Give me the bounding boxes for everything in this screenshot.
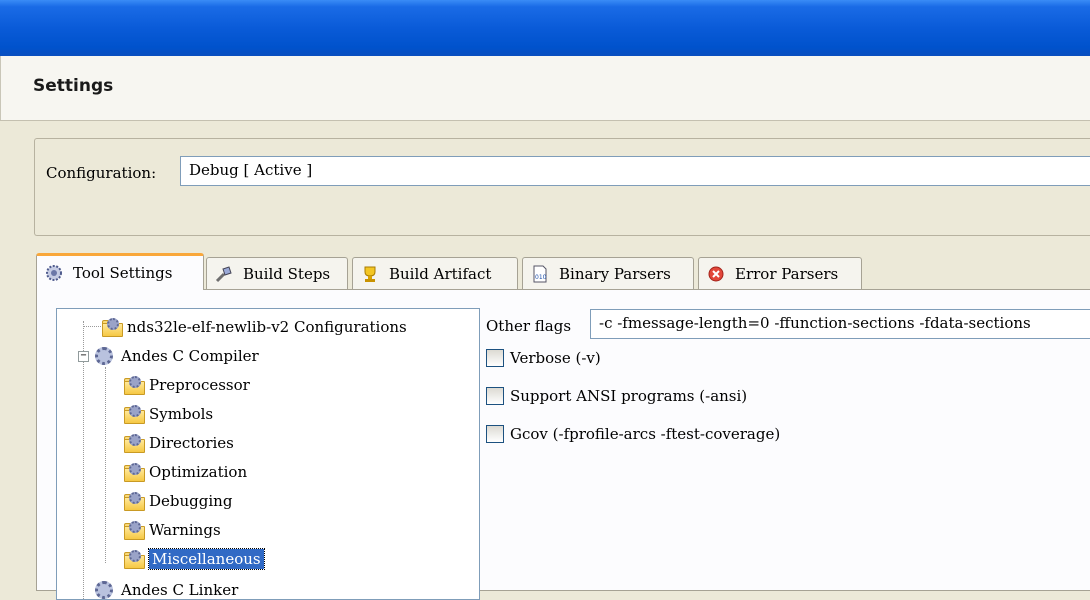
tab-tool-settings[interactable]: Tool Settings <box>36 253 204 290</box>
gear-icon <box>95 347 113 365</box>
tree-item-label: Symbols <box>149 405 214 423</box>
folder-gear-icon <box>123 434 145 453</box>
checkbox-box[interactable] <box>486 425 504 443</box>
checkbox-label: Verbose (-v) <box>510 349 601 367</box>
folder-gear-icon <box>123 376 145 395</box>
tree-item-debugging[interactable]: Debugging <box>123 488 232 514</box>
folder-gear-icon <box>123 405 145 424</box>
svg-text:010: 010 <box>535 274 547 281</box>
tab-build-artifact[interactable]: Build Artifact <box>352 257 518 289</box>
tree-item-miscellaneous[interactable]: Miscellaneous <box>123 546 265 572</box>
tree-item-andes-c-compiler[interactable]: Andes C Compiler <box>95 343 259 369</box>
header-divider <box>0 120 1090 121</box>
trophy-icon <box>361 265 379 283</box>
tree-item-preprocessor[interactable]: Preprocessor <box>123 372 250 398</box>
settings-header: Settings <box>0 56 1090 120</box>
tree-item-label: nds32le-elf-newlib-v2 Configurations <box>127 318 407 336</box>
tree-item-directories[interactable]: Directories <box>123 430 234 456</box>
collapse-toggle[interactable]: − <box>78 351 89 362</box>
binary-icon: 010 <box>531 265 549 283</box>
tab-label: Error Parsers <box>735 264 839 283</box>
tab-label: Build Steps <box>243 264 331 283</box>
other-flags-label: Other flags <box>486 317 572 335</box>
tree-item-label: Andes C Compiler <box>121 347 259 365</box>
folder-gear-icon <box>101 318 123 337</box>
build-steps-icon <box>215 265 233 283</box>
folder-gear-icon <box>123 463 145 482</box>
tree-item-optimization[interactable]: Optimization <box>123 459 247 485</box>
tree-item-andes-c-linker[interactable]: Andes C Linker <box>95 577 239 599</box>
configuration-group <box>34 138 1090 236</box>
checkbox-box[interactable] <box>486 349 504 367</box>
tab-label: Tool Settings <box>73 264 173 282</box>
tab-binary-parsers[interactable]: 010 Binary Parsers <box>522 257 694 289</box>
tree-guide-line <box>83 321 84 599</box>
gcov-checkbox[interactable]: Gcov (-fprofile-arcs -ftest-coverage) <box>486 425 780 443</box>
error-icon <box>707 265 725 283</box>
window-title-bar[interactable] <box>0 0 1090 56</box>
tree-item-label: Warnings <box>149 521 221 539</box>
tab-error-parsers[interactable]: Error Parsers <box>698 257 862 289</box>
checkbox-label: Gcov (-fprofile-arcs -ftest-coverage) <box>510 425 781 443</box>
checkbox-label: Support ANSI programs (-ansi) <box>510 387 748 405</box>
tool-settings-tree[interactable]: nds32le-elf-newlib-v2 Configurations − A… <box>56 308 480 600</box>
tree-item-symbols[interactable]: Symbols <box>123 401 213 427</box>
tree-item-label: Preprocessor <box>149 376 250 394</box>
tree-item-warnings[interactable]: Warnings <box>123 517 221 543</box>
other-flags-input[interactable]: -c -fmessage-length=0 -ffunction-section… <box>590 309 1090 339</box>
configuration-select[interactable]: Debug [ Active ] <box>180 156 1090 186</box>
tab-label: Binary Parsers <box>559 264 671 283</box>
tree-item-label: Directories <box>149 434 234 452</box>
tab-label: Build Artifact <box>389 264 492 283</box>
tree-guide-line <box>105 367 106 563</box>
gear-icon <box>45 264 63 282</box>
tree-item-configurations[interactable]: nds32le-elf-newlib-v2 Configurations <box>101 314 407 340</box>
gear-icon <box>95 581 113 599</box>
folder-gear-icon <box>123 492 145 511</box>
ansi-checkbox[interactable]: Support ANSI programs (-ansi) <box>486 387 747 405</box>
page-title: Settings <box>33 76 114 96</box>
tree-item-label: Andes C Linker <box>121 581 239 599</box>
checkbox-box[interactable] <box>486 387 504 405</box>
configuration-label: Configuration: <box>46 164 157 182</box>
tree-item-label: Debugging <box>149 492 233 510</box>
folder-gear-icon <box>123 521 145 540</box>
tree-item-label-selected: Miscellaneous <box>148 548 265 570</box>
verbose-checkbox[interactable]: Verbose (-v) <box>486 349 601 367</box>
tab-build-steps[interactable]: Build Steps <box>206 257 348 289</box>
tree-item-label: Optimization <box>149 463 248 481</box>
folder-gear-icon <box>123 550 145 569</box>
